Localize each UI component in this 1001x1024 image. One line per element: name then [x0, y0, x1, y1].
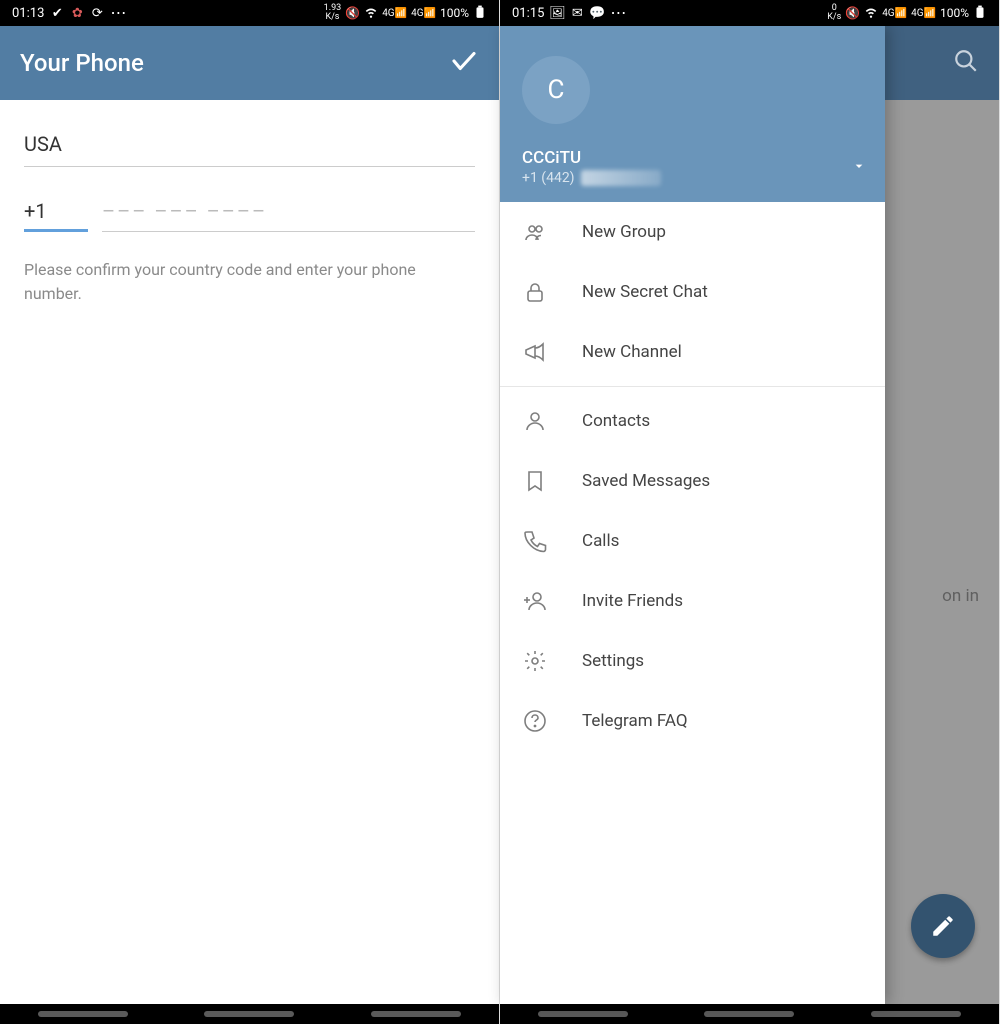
lock-icon — [522, 279, 548, 305]
status-mail-icon: ✉ — [570, 6, 584, 20]
expand-accounts-button[interactable] — [851, 158, 867, 178]
drawer-item-new-group[interactable]: New Group — [500, 202, 885, 262]
status-time: 01:13 — [12, 6, 44, 21]
status-bar: 01:15 🖼 ✉ 💬 0 K/s 🔇 4G📶 4G📶 100% — [500, 0, 999, 26]
phone-form: USA +1 ––– ––– –––– Please confirm your … — [0, 100, 499, 1004]
drawer-list: New Group New Secret Chat New Channel Conta… — [500, 202, 885, 1004]
search-button[interactable] — [953, 48, 979, 78]
status-bar: 01:13 ✔ ✿ ⟳ 1.93 K/s 🔇 4G📶 4G📶 100% — [0, 0, 499, 26]
drawer-item-label: New Channel — [582, 342, 682, 362]
account-name: CCCiTU — [522, 148, 865, 168]
drawer-item-label: New Group — [582, 222, 666, 242]
nav-recent[interactable] — [38, 1011, 128, 1017]
nav-home[interactable] — [704, 1011, 794, 1017]
signal-icon-1: 4G📶 — [382, 8, 407, 19]
signal-icon-2: 4G📶 — [911, 8, 936, 19]
status-notification-icon: ✿ — [70, 6, 84, 20]
country-code-input[interactable]: +1 — [24, 189, 88, 232]
drawer-header[interactable]: C CCCiTU +1 (442) — [500, 26, 885, 202]
nav-back[interactable] — [371, 1011, 461, 1017]
drawer-item-saved-messages[interactable]: Saved Messages — [500, 451, 885, 511]
navigation-drawer: C CCCiTU +1 (442) New Group New Secret Ch… — [500, 26, 885, 1004]
phone-censored — [581, 170, 661, 186]
drawer-item-label: Saved Messages — [582, 471, 710, 491]
avatar: C — [522, 56, 590, 124]
person-icon — [522, 408, 548, 434]
group-icon — [522, 219, 548, 245]
nav-home[interactable] — [204, 1011, 294, 1017]
screen-drawer: 01:15 🖼 ✉ 💬 0 K/s 🔇 4G📶 4G📶 100% — [500, 0, 1000, 1024]
signal-icon-1: 4G📶 — [882, 8, 907, 19]
help-icon — [522, 708, 548, 734]
drawer-item-label: New Secret Chat — [582, 282, 708, 302]
mute-icon: 🔇 — [345, 6, 360, 20]
screen-login: 01:13 ✔ ✿ ⟳ 1.93 K/s 🔇 4G📶 4G📶 100% — [0, 0, 500, 1024]
drawer-item-calls[interactable]: Calls — [500, 511, 885, 571]
account-phone: +1 (442) — [522, 170, 575, 186]
drawer-item-invite-friends[interactable]: Invite Friends — [500, 571, 885, 631]
signal-icon-2: 4G📶 — [411, 8, 436, 19]
page-title: Your Phone — [20, 49, 144, 77]
phone-icon — [522, 528, 548, 554]
android-navbar — [0, 1004, 499, 1024]
drawer-item-label: Calls — [582, 531, 619, 551]
drawer-item-label: Contacts — [582, 411, 650, 431]
wifi-icon — [864, 5, 878, 22]
mute-icon: 🔇 — [845, 6, 860, 20]
drawer-item-telegram-faq[interactable]: Telegram FAQ — [500, 691, 885, 751]
status-speed: 1.93 K/s — [324, 4, 342, 22]
bg-partial-text: on in — [942, 586, 979, 606]
drawer-item-new-channel[interactable]: New Channel — [500, 322, 885, 382]
avatar-letter: C — [548, 75, 565, 105]
status-sync-icon: ⟳ — [90, 6, 104, 20]
chevron-down-icon — [851, 158, 867, 174]
form-hint: Please confirm your country code and ent… — [24, 258, 464, 306]
drawer-separator — [500, 386, 885, 387]
drawer-item-label: Settings — [582, 651, 644, 671]
status-more-icon — [110, 5, 126, 22]
bookmark-icon — [522, 468, 548, 494]
android-navbar — [500, 1004, 999, 1024]
phone-number-input[interactable]: ––– ––– –––– — [102, 189, 475, 232]
status-app-icon: ✔ — [50, 6, 64, 20]
status-speed: 0 K/s — [827, 4, 841, 22]
status-battery-pct: 100% — [940, 6, 969, 20]
drawer-item-label: Telegram FAQ — [582, 711, 688, 731]
battery-icon — [473, 5, 487, 22]
drawer-item-label: Invite Friends — [582, 591, 683, 611]
drawer-item-settings[interactable]: Settings — [500, 631, 885, 691]
status-more-icon — [610, 5, 626, 22]
nav-recent[interactable] — [538, 1011, 628, 1017]
person-add-icon — [522, 588, 548, 614]
drawer-item-new-secret-chat[interactable]: New Secret Chat — [500, 262, 885, 322]
status-battery-pct: 100% — [440, 6, 469, 20]
wifi-icon — [364, 5, 378, 22]
megaphone-icon — [522, 339, 548, 365]
pencil-icon — [930, 913, 956, 939]
status-image-icon: 🖼 — [550, 6, 564, 20]
battery-icon — [973, 5, 987, 22]
appbar: Your Phone — [0, 26, 499, 100]
status-time: 01:15 — [512, 6, 544, 21]
confirm-button[interactable] — [449, 46, 479, 80]
nav-back[interactable] — [871, 1011, 961, 1017]
drawer-item-contacts[interactable]: Contacts — [500, 391, 885, 451]
status-chat-icon: 💬 — [590, 6, 604, 20]
compose-fab[interactable] — [911, 894, 975, 958]
gear-icon — [522, 648, 548, 674]
country-selector[interactable]: USA — [24, 122, 475, 167]
